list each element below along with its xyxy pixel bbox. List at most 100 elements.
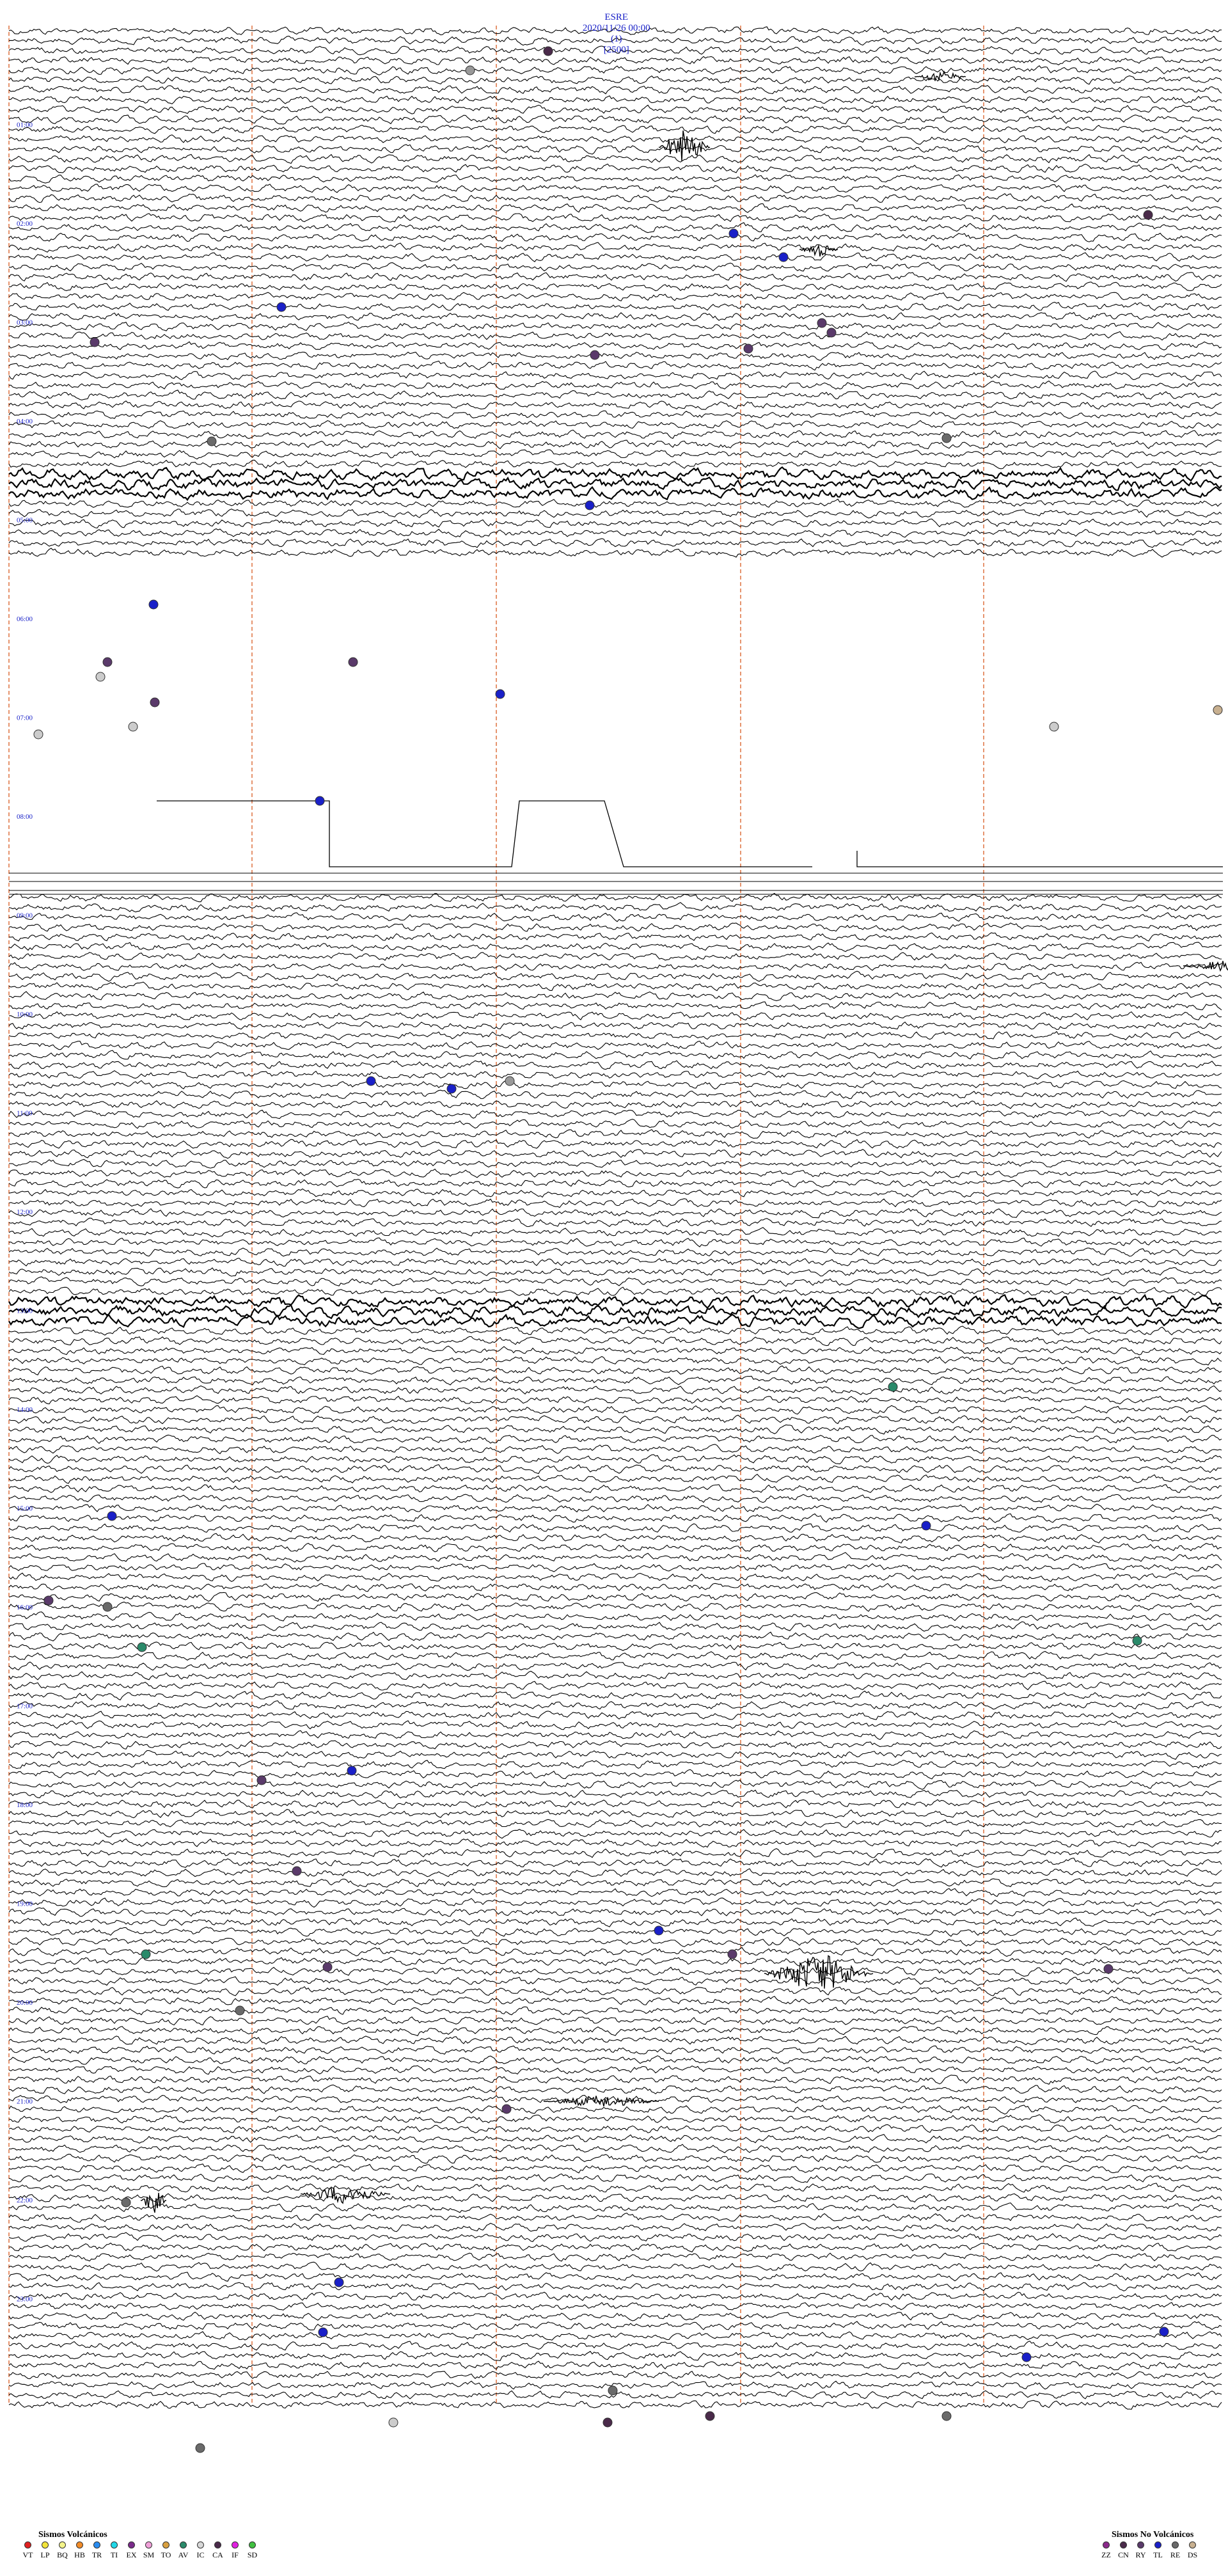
trace-line-234 xyxy=(8,2321,1222,2330)
trace-line-238 xyxy=(8,2360,1222,2371)
trace-line-110 xyxy=(8,1100,1222,1109)
event-marker-41 xyxy=(322,1962,333,1972)
hour-label-13: 14:00 xyxy=(17,1406,33,1414)
event-marker-11 xyxy=(207,436,217,446)
trace-line-162 xyxy=(8,1611,1222,1622)
trace-line-185 xyxy=(8,1838,1222,1848)
trace-line-140 xyxy=(8,1395,1222,1405)
trace-line-198 xyxy=(8,1966,1222,1977)
trace-line-100 xyxy=(8,1001,1222,1011)
event-marker-7 xyxy=(817,318,827,328)
trace-line-96 xyxy=(8,961,1222,971)
trace-line-111 xyxy=(8,1109,1222,1119)
legend-nonvolcanic-label-cn: CN xyxy=(1118,2550,1129,2559)
trace-line-101 xyxy=(8,1011,1222,1021)
trace-line-53 xyxy=(8,538,1222,548)
hour-label-16: 17:00 xyxy=(17,1703,33,1711)
trace-line-197 xyxy=(8,1957,1222,1967)
event-marker-39 xyxy=(727,1949,737,1959)
legend-volcanic-dot-ex xyxy=(128,2541,135,2548)
trace-line-169 xyxy=(8,1680,1222,1691)
legend-volcanic-item-sd: SD xyxy=(244,2541,261,2560)
trace-line-146 xyxy=(8,1454,1222,1465)
trace-line-217 xyxy=(8,2154,1222,2164)
event-marker-23 xyxy=(1213,705,1223,715)
legend-nonvolcanic-item-cn: CN xyxy=(1115,2541,1132,2560)
event-marker-3 xyxy=(778,252,789,262)
trace-line-118 xyxy=(8,1178,1222,1189)
legend-volcanic-item-av: AV xyxy=(175,2541,192,2560)
trace-line-102 xyxy=(8,1021,1222,1030)
trace-line-232 xyxy=(8,2302,1222,2311)
trace-line-239 xyxy=(8,2371,1222,2380)
trace-line-122 xyxy=(8,1217,1222,1228)
legend-volcanic-dot-sm xyxy=(145,2541,152,2548)
legend-nonvolcanic-label-ry: RY xyxy=(1135,2550,1146,2559)
hour-label-22: 23:00 xyxy=(17,2296,33,2303)
trace-line-223 xyxy=(8,2213,1222,2223)
trace-line-211 xyxy=(8,2094,1222,2105)
trace-line-32 xyxy=(8,331,1222,341)
trace-line-149 xyxy=(8,1484,1222,1494)
event-marker-34 xyxy=(43,1595,54,1606)
trace-line-163 xyxy=(8,1621,1222,1632)
legend-nonvolcanic-label-zz: ZZ xyxy=(1101,2550,1111,2559)
hour-label-2: 03:00 xyxy=(17,319,33,327)
event-marker-10 xyxy=(585,500,595,510)
trace-line-16 xyxy=(8,174,1222,184)
hour-label-20: 21:00 xyxy=(17,2098,33,2106)
event-marker-29 xyxy=(107,1511,117,1521)
trace-line-152 xyxy=(8,1513,1222,1523)
hour-label-10: 11:00 xyxy=(17,1110,33,1118)
trace-line-19 xyxy=(8,203,1222,213)
trace-line-10 xyxy=(8,115,1222,125)
event-burst-0 xyxy=(658,130,711,162)
event-marker-47 xyxy=(318,2327,328,2337)
trace-line-135 xyxy=(8,1345,1222,1355)
trace-line-176 xyxy=(8,1750,1222,1760)
legend-volcanic-item-lp: LP xyxy=(36,2541,54,2560)
event-marker-5 xyxy=(1143,210,1153,220)
legend-nonvolcanic-item-ry: RY xyxy=(1132,2541,1149,2560)
event-marker-28 xyxy=(888,1382,898,1392)
trace-line-159 xyxy=(8,1583,1222,1592)
trace-line-136 xyxy=(8,1355,1222,1366)
trace-line-219 xyxy=(8,2173,1222,2183)
legend-nonvolcanic-dot-zz xyxy=(1103,2541,1110,2548)
trace-line-6 xyxy=(8,75,1222,85)
legend-volcanic-dot-hb xyxy=(76,2541,83,2548)
trace-line-31 xyxy=(8,321,1222,331)
event-marker-55 xyxy=(195,2443,205,2453)
legend-nonvolcanic-item-zz: ZZ xyxy=(1098,2541,1115,2560)
legend-volcanic-dot-av xyxy=(180,2541,187,2548)
trace-line-94 xyxy=(8,942,1222,952)
channel-label: (1) xyxy=(611,34,622,44)
legend-volcanic-item-if: IF xyxy=(226,2541,244,2560)
trace-line-28 xyxy=(8,292,1222,302)
trace-line-147 xyxy=(8,1464,1222,1474)
event-marker-17 xyxy=(150,697,160,707)
legend-volcanic-dot-ti xyxy=(111,2541,118,2548)
trace-line-206 xyxy=(8,2045,1222,2055)
trace-line-226 xyxy=(8,2242,1222,2253)
trace-line-131 xyxy=(8,1304,1222,1320)
trace-line-41 xyxy=(8,420,1222,429)
trace-line-5 xyxy=(8,65,1222,75)
station-label: ESRE xyxy=(604,12,629,22)
legend-volcanic-item-bq: BQ xyxy=(54,2541,71,2560)
event-marker-15 xyxy=(102,657,113,667)
trace-line-108 xyxy=(8,1080,1222,1090)
trace-line-51 xyxy=(8,518,1222,528)
trace-line-30 xyxy=(8,312,1222,321)
event-marker-32 xyxy=(1132,1636,1142,1646)
trace-line-4 xyxy=(8,56,1222,66)
trace-line-45 xyxy=(8,459,1222,470)
trace-line-203 xyxy=(8,2015,1222,2026)
trace-line-237 xyxy=(8,2351,1222,2361)
hour-label-21: 22:00 xyxy=(17,2197,33,2204)
event-marker-48 xyxy=(1159,2327,1169,2337)
legend-nonvolcanic-dot-re xyxy=(1172,2541,1179,2548)
hour-label-8: 09:00 xyxy=(17,912,33,920)
event-marker-6 xyxy=(590,350,600,360)
trace-line-92 xyxy=(8,922,1222,932)
